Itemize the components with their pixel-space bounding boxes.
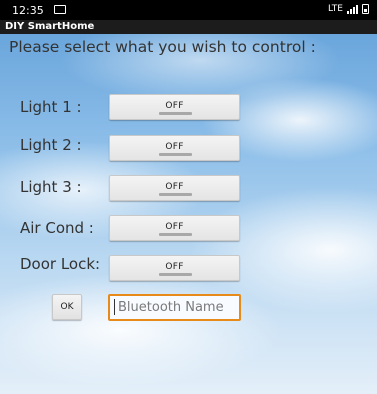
door-lock-label: Door Lock: xyxy=(20,255,101,273)
toggle-state-label: OFF xyxy=(165,101,184,111)
air-cond-label: Air Cond : xyxy=(20,219,94,237)
network-type: LTE xyxy=(328,4,343,14)
light-3-toggle-button[interactable]: OFF xyxy=(109,175,240,201)
signal-icon xyxy=(347,4,358,14)
light-1-toggle-button[interactable]: OFF xyxy=(109,94,240,120)
light-3-label: Light 3 : xyxy=(20,178,82,196)
toggle-state-label: OFF xyxy=(165,262,184,272)
toggle-state-label: OFF xyxy=(165,182,184,192)
notification-icon xyxy=(54,5,66,14)
toggle-indicator xyxy=(159,233,192,236)
status-indicators: LTE xyxy=(328,4,369,14)
status-time: 12:35 xyxy=(12,4,44,17)
air-cond-toggle-button[interactable]: OFF xyxy=(109,215,240,241)
app-title-bar: DIY SmartHome xyxy=(0,20,377,34)
ok-button[interactable]: OK xyxy=(52,294,82,320)
text-cursor xyxy=(114,299,115,315)
app-screen: 12:35 LTE DIY SmartHome Please select wh… xyxy=(0,0,377,394)
light-2-label: Light 2 : xyxy=(20,136,82,154)
light-2-toggle-button[interactable]: OFF xyxy=(109,135,240,161)
app-title: DIY SmartHome xyxy=(5,21,95,32)
status-bar: 12:35 LTE xyxy=(0,0,377,20)
toggle-indicator xyxy=(159,153,192,156)
page-prompt: Please select what you wish to control : xyxy=(9,38,316,56)
toggle-indicator xyxy=(159,273,192,276)
toggle-indicator xyxy=(159,193,192,196)
battery-icon xyxy=(362,4,369,14)
toggle-indicator xyxy=(159,112,192,115)
toggle-state-label: OFF xyxy=(165,222,184,232)
light-1-label: Light 1 : xyxy=(20,98,82,116)
toggle-state-label: OFF xyxy=(165,142,184,152)
door-lock-toggle-button[interactable]: OFF xyxy=(109,255,240,281)
bluetooth-name-input[interactable] xyxy=(108,294,241,321)
